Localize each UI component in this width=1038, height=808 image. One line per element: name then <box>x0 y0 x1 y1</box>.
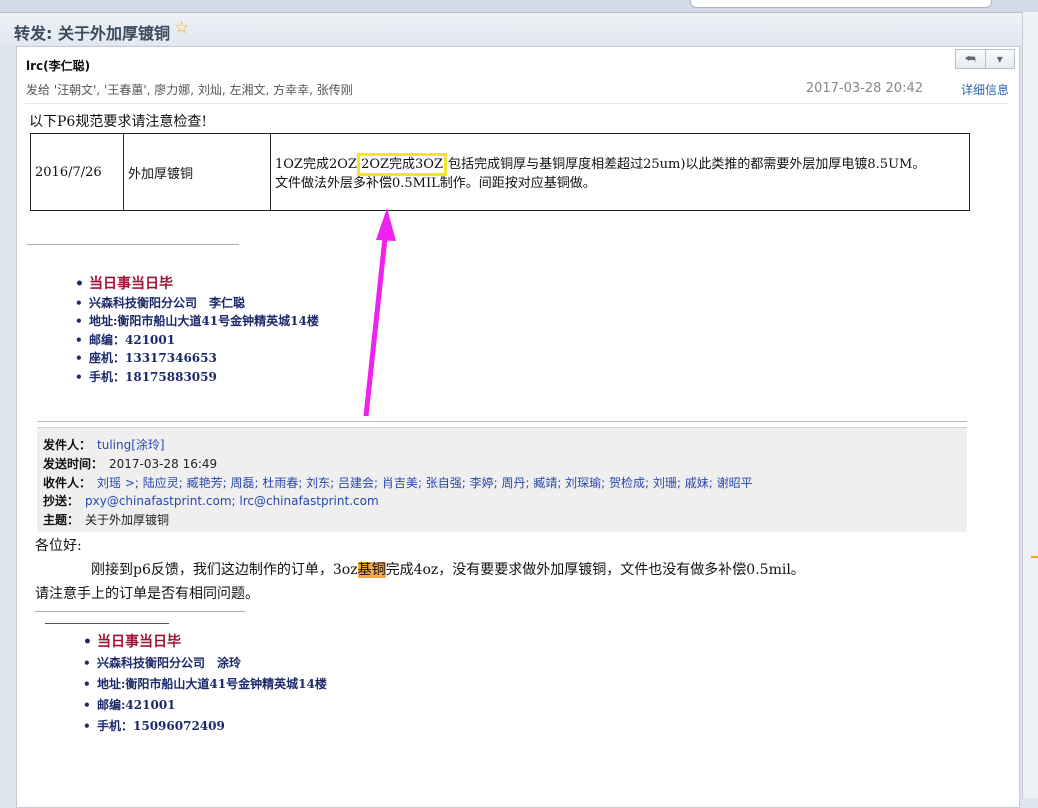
chevron-down-icon[interactable]: ▾ <box>985 49 1015 69</box>
spec-table: 2016/7/26 外加厚镀铜 1OZ完成2OZ 2OZ完成3OZ(包括完成铜厚… <box>30 133 970 211</box>
recipients-line[interactable]: 发给 '汪朝文', '王春蕙', 廖力娜, 刘灿, 左湘文, 方幸幸, 张传刚 <box>26 81 353 98</box>
forward-cc[interactable]: pxy@chinafastprint.com; lrc@chinafastpri… <box>85 494 379 508</box>
sender-name[interactable]: lrc(李仁聪) <box>26 57 90 74</box>
intro-text: 以下P6规范要求请注意检查! <box>29 114 207 130</box>
body-paragraph-2: 请注意手上的订单是否有相同问题。 <box>35 586 259 602</box>
details-link[interactable]: 详细信息 <box>961 81 1009 98</box>
signature-block-1: 当日事当日毕 兴森科技衡阳分公司 李仁聪 地址:衡阳市船山大道41号金钟精英城1… <box>75 275 319 387</box>
forward-subject: 关于外加厚镀铜 <box>85 513 170 527</box>
forward-divider <box>37 421 967 422</box>
greeting: 各位好: <box>35 538 82 554</box>
forward-to-row: 收件人： 刘瑶 >; 陆应灵; 臧艳芳; 周磊; 杜雨春; 刘东; 吕建会; 肖吉… <box>43 476 753 490</box>
signature-mobile-2: 手机：15096072409 <box>83 716 327 737</box>
signature-postcode: 邮编：421001 <box>75 331 319 350</box>
message-subject: 转发: 关于外加厚镀铜 <box>14 24 170 43</box>
signature-address: 地址:衡阳市船山大道41号金钟精英城14楼 <box>75 312 319 331</box>
star-icon[interactable]: ☆ <box>174 18 189 38</box>
signature-motto: 当日事当日毕 <box>75 275 319 294</box>
signature-divider-2 <box>35 611 245 612</box>
search-highlight: 基铜 <box>357 562 386 578</box>
signature-company: 兴森科技衡阳分公司 李仁聪 <box>75 294 319 313</box>
top-toolbar-strip <box>0 0 1038 13</box>
message-title-bar: 转发: 关于外加厚镀铜 ☆ <box>0 13 1038 45</box>
spec-date-cell: 2016/7/26 <box>30 133 124 211</box>
spec-item-cell: 外加厚镀铜 <box>123 133 271 211</box>
forward-subject-row: 主题： 关于外加厚镀铜 <box>43 513 170 527</box>
forward-from[interactable]: tuling[涂玲] <box>97 438 165 452</box>
signature-divider-3 <box>45 623 169 624</box>
reply-button-group: ⮪ ▾ <box>955 49 1015 69</box>
signature-landline: 座机：13317346653 <box>75 349 319 368</box>
signature-postcode-2: 邮编:421001 <box>83 695 327 716</box>
spec-desc-cell: 1OZ完成2OZ 2OZ完成3OZ(包括完成铜厚与基铜厚度相差超过25um)以此… <box>270 133 970 211</box>
signature-divider <box>27 244 239 245</box>
signature-company-2: 兴森科技衡阳分公司 涂玲 <box>83 653 327 674</box>
body-paragraph: 刚接到p6反馈，我们这边制作的订单，3oz基铜完成4oz，没有要要求做外加厚镀铜… <box>91 562 805 578</box>
signature-motto-2: 当日事当日毕 <box>83 632 327 653</box>
forward-sent: 2017-03-28 16:49 <box>109 457 218 471</box>
forward-cc-row: 抄送： pxy@chinafastprint.com; lrc@chinafast… <box>43 494 379 508</box>
search-input[interactable] <box>690 0 992 8</box>
signature-block-2: 当日事当日毕 兴森科技衡阳分公司 涂玲 地址:衡阳市船山大道41号金钟精英城14… <box>83 632 327 737</box>
signature-address-2: 地址:衡阳市船山大道41号金钟精英城14楼 <box>83 674 327 695</box>
signature-mobile: 手机：18175883059 <box>75 368 319 387</box>
spec-desc-part2: (包括完成铜厚与基铜厚度相差超过25um)以此类推的都需要外层加厚电镀8.5UM… <box>443 157 926 172</box>
forwarded-header: 发件人： tuling[涂玲] 发送时间： 2017-03-28 16:49 收件人… <box>37 427 967 532</box>
forward-sent-row: 发送时间： 2017-03-28 16:49 <box>43 457 218 471</box>
header-divider <box>25 103 1009 104</box>
highlighted-spec-text: 2OZ完成3OZ <box>357 153 448 176</box>
reply-icon[interactable]: ⮪ <box>955 49 986 69</box>
message-date: 2017-03-28 20:42 <box>805 81 923 96</box>
message-pane: lrc(李仁聪) ⮪ ▾ 发给 '汪朝文', '王春蕙', 廖力娜, 刘灿, 左… <box>16 46 1020 808</box>
scroll-marker <box>1031 556 1038 558</box>
forward-to[interactable]: 刘瑶 >; 陆应灵; 臧艳芳; 周磊; 杜雨春; 刘东; 吕建会; 肖吉美; 张… <box>97 476 753 490</box>
vertical-scrollbar[interactable] <box>1022 12 1038 798</box>
forward-from-row: 发件人： tuling[涂玲] <box>43 438 165 452</box>
spec-desc-part1: 1OZ完成2OZ <box>275 157 357 172</box>
spec-desc-line2: 文件做法外层多补偿0.5MIL制作。间距按对应基铜做。 <box>275 176 596 191</box>
